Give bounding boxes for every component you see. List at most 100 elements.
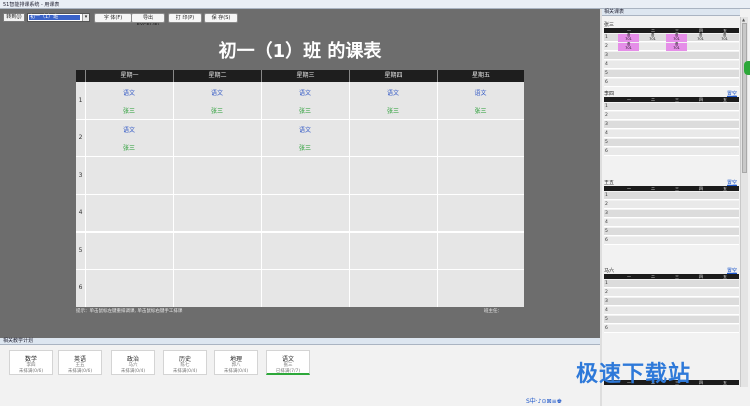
period-number: 6 xyxy=(605,238,608,243)
teacher-row: 3 xyxy=(604,298,739,306)
period-number: 5 xyxy=(605,317,608,322)
teacher-row: 4 xyxy=(604,130,739,138)
teacher-name: 李四 xyxy=(604,91,615,97)
teacher-week-header: 一 二 三 四 五 xyxy=(604,186,739,191)
save-button[interactable]: 保 存(S) xyxy=(204,13,238,23)
plan-item[interactable]: 政治 马六 未排满(0/4) xyxy=(111,350,155,375)
teacher-week-header: 一 二 三 四 五 xyxy=(604,28,739,33)
day-header: 星期四 xyxy=(349,70,437,82)
teacher-row: 2 语 701 语 701 xyxy=(604,42,739,51)
cell-teacher: 张三 xyxy=(122,108,135,115)
class-select[interactable]: 初一（1）班 ▾ xyxy=(27,13,90,22)
cell-teacher: 张三 xyxy=(210,108,223,115)
teacher-name: 张三 xyxy=(604,22,615,28)
day-header: 星期五 xyxy=(437,70,524,82)
teacher-row: 4 xyxy=(604,219,739,227)
plan-item[interactable]: 历史 陈七 未排满(0/4) xyxy=(163,350,207,375)
mini-cell[interactable]: 语 701 xyxy=(618,42,639,51)
watermark-logo: 极速下载站 xyxy=(576,362,692,387)
mini-cell[interactable]: 语 701 xyxy=(642,33,663,42)
row-divider xyxy=(76,194,524,195)
mini-cell[interactable]: 语 701 xyxy=(666,42,687,51)
teacher-row: 6 xyxy=(604,237,739,245)
period-number: 1 xyxy=(605,104,608,109)
schedule-cell[interactable]: 语文 张三 xyxy=(261,120,349,156)
ime-tray[interactable]: S中·♪⊙⊠≡♚ xyxy=(526,396,610,406)
day-short: 四 xyxy=(699,274,703,279)
schedule-cell[interactable]: 语文 张三 xyxy=(261,82,349,119)
day-short: 五 xyxy=(723,380,727,385)
font-button[interactable]: 字 体(F) xyxy=(94,13,132,23)
cell-subject: 语文 xyxy=(386,90,399,97)
period-number: 1 xyxy=(605,35,608,40)
teaching-plan-panel: 相关教学计划 数学 李四 未排满(0/6) 英语 王五 未排满(0/6) 政治 … xyxy=(0,338,600,406)
page-title: 初一（1）班 的课表 xyxy=(218,41,382,62)
plan-item[interactable]: 数学 李四 未排满(0/6) xyxy=(9,350,53,375)
cell-teacher: 张三 xyxy=(122,145,135,152)
period-number: 6 xyxy=(605,326,608,331)
period-number: 6 xyxy=(605,80,608,85)
period-number: 2 xyxy=(605,44,608,49)
period-number: 1 xyxy=(605,281,608,286)
plan-item[interactable]: 语文 张三 已排满(7/7) xyxy=(266,350,310,375)
teacher-row: 6 xyxy=(604,325,739,333)
reset-link[interactable]: 置空 xyxy=(727,267,737,274)
cell-subject: 语文 xyxy=(122,127,135,134)
schedule-cell[interactable]: 语文 张三 xyxy=(437,82,524,119)
period-number: 3 xyxy=(605,122,608,127)
schedule-cell[interactable]: 语文 张三 xyxy=(85,120,173,156)
mini-cell[interactable]: 语 701 xyxy=(690,33,711,42)
mini-cell[interactable]: 语 701 xyxy=(666,33,687,42)
mini-cell[interactable]: 语 701 xyxy=(714,33,735,42)
day-short: 三 xyxy=(675,186,679,191)
cell-subject: 语文 xyxy=(298,127,311,134)
print-button[interactable]: 打 印(P) xyxy=(168,13,202,23)
side-handle-icon[interactable] xyxy=(744,61,750,75)
period-number: 4 xyxy=(605,62,608,67)
teacher-row: 3 xyxy=(604,52,739,60)
period-number: 4 xyxy=(605,220,608,225)
teacher-row: 4 xyxy=(604,61,739,69)
day-short: 四 xyxy=(699,186,703,191)
day-short: 五 xyxy=(723,186,727,191)
day-short: 一 xyxy=(627,186,631,191)
period-number: 5 xyxy=(78,247,83,254)
period-number: 6 xyxy=(78,284,83,291)
teacher-name: 王五 xyxy=(604,180,615,186)
period-number: 4 xyxy=(605,131,608,136)
teacher-row: 1 xyxy=(604,280,739,288)
plan-item[interactable]: 地理 郭八 未排满(0/4) xyxy=(214,350,258,375)
cell-teacher: 张三 xyxy=(474,108,487,115)
cell-teacher: 张三 xyxy=(386,108,399,115)
day-short: 三 xyxy=(675,97,679,102)
chevron-down-icon[interactable]: ▾ xyxy=(82,14,89,21)
schedule-cell[interactable]: 语文 张三 xyxy=(173,82,261,119)
scroll-up-icon[interactable]: ▲ xyxy=(742,17,745,22)
plan-item[interactable]: 英语 王五 未排满(0/6) xyxy=(58,350,102,375)
plan-status: 未排满(0/6) xyxy=(18,369,44,374)
reset-link[interactable]: 置空 xyxy=(727,179,737,186)
switch-button[interactable]: 转到(J) xyxy=(3,13,25,22)
period-number: 3 xyxy=(605,211,608,216)
period-number: 5 xyxy=(605,229,608,234)
period-number: 1 xyxy=(605,193,608,198)
export-excel-button[interactable]: 导出EXCEL(E) xyxy=(131,13,165,29)
teaching-plan-title: 相关教学计划 xyxy=(0,338,600,345)
period-number: 1 xyxy=(78,97,83,104)
scrollbar-thumb[interactable] xyxy=(742,23,747,173)
mini-cell[interactable]: 语 701 xyxy=(618,33,639,42)
hint-text: 提示：单击鼠标左键重排调课, 单击鼠标右键手工排课 xyxy=(76,309,183,314)
window-title: 51智能排课系统 - 用课表 xyxy=(3,2,60,8)
teacher-row: 5 xyxy=(604,70,739,78)
cell-subject: 语文 xyxy=(298,90,311,97)
teacher-row: 5 xyxy=(604,228,739,236)
plan-status: 未排满(0/6) xyxy=(67,369,93,374)
teacher-row: 1 语 701 语 701 语 701 语 701 语 701 xyxy=(604,33,739,42)
day-short: 三 xyxy=(675,274,679,279)
day-short: 四 xyxy=(699,380,703,385)
reset-link[interactable]: 置空 xyxy=(727,90,737,97)
headmaster-label: 班主任： xyxy=(484,309,502,314)
schedule-cell[interactable]: 语文 张三 xyxy=(85,82,173,119)
schedule-cell[interactable]: 语文 张三 xyxy=(349,82,437,119)
period-number: 5 xyxy=(605,71,608,76)
